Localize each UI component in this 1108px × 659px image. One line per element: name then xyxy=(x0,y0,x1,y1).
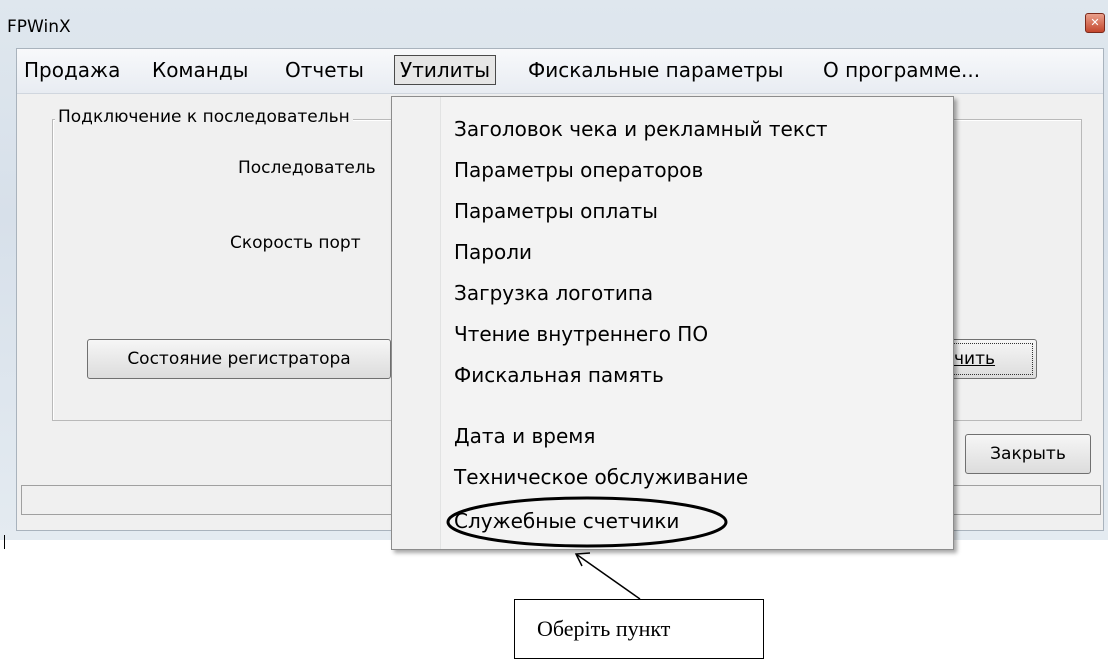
annotation-overlay xyxy=(446,496,728,600)
callout-box: Оберіть пункт xyxy=(514,599,764,659)
callout-arrow-line xyxy=(575,553,641,600)
highlight-ellipse xyxy=(446,496,728,548)
callout-text: Оберіть пункт xyxy=(537,616,671,641)
